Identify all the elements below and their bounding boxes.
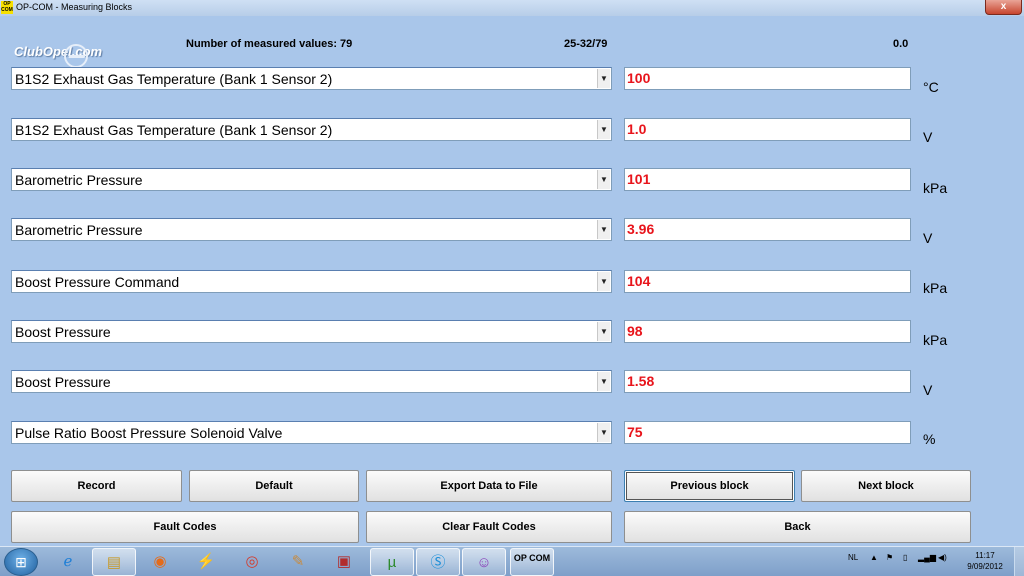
- measure-select-5[interactable]: Boost Pressure Command ▼: [11, 270, 612, 293]
- usb-device-icon[interactable]: ▯: [903, 553, 907, 562]
- measure-unit-7: V: [923, 382, 933, 398]
- measure-unit-8: %: [923, 431, 936, 447]
- measure-value-7: 1.58: [624, 370, 911, 393]
- measure-value-5: 104: [624, 270, 911, 293]
- measure-select-label: B1S2 Exhaust Gas Temperature (Bank 1 Sen…: [15, 71, 333, 87]
- paint-icon[interactable]: ✎: [276, 548, 320, 576]
- measured-values-count: Number of measured values: 79: [186, 38, 353, 50]
- dropdown-arrow-icon[interactable]: ▼: [597, 272, 610, 291]
- measure-value-text: 1.58: [627, 373, 655, 389]
- measuring-blocks-panel: ClubOpel.com Number of measured values: …: [0, 16, 1024, 546]
- measure-value-text: 1.0: [627, 121, 647, 137]
- opcom-taskbar-button[interactable]: OP COM: [510, 548, 554, 576]
- start-button[interactable]: ⊞: [4, 548, 38, 576]
- clock-date: 9/09/2012: [967, 562, 1003, 571]
- internet-explorer-icon[interactable]: ℯ: [46, 548, 90, 576]
- measure-select-8[interactable]: Pulse Ratio Boost Pressure Solenoid Valv…: [11, 421, 612, 444]
- dropdown-arrow-icon[interactable]: ▼: [597, 322, 610, 341]
- measure-value-text: 75: [627, 424, 643, 440]
- measure-unit-6: kPa: [923, 332, 948, 348]
- clear-fault-codes-button[interactable]: Clear Fault Codes: [366, 511, 612, 543]
- opcom-app-icon: OP COM: [1, 1, 13, 14]
- measure-value-6: 98: [624, 320, 911, 343]
- measure-value-text: 98: [627, 323, 643, 339]
- measure-select-label: Barometric Pressure: [15, 172, 143, 188]
- clock-time: 11:17: [975, 551, 995, 560]
- measure-value-text: 101: [627, 171, 651, 187]
- signal-strength-icon[interactable]: ▂▄▆: [918, 553, 936, 562]
- record-button[interactable]: Record: [11, 470, 182, 502]
- dropdown-arrow-icon[interactable]: ▼: [597, 170, 610, 189]
- measure-select-label: B1S2 Exhaust Gas Temperature (Bank 1 Sen…: [15, 122, 333, 138]
- tray-expand-icon[interactable]: ▲: [870, 553, 878, 562]
- measure-select-7[interactable]: Boost Pressure ▼: [11, 370, 612, 393]
- windows-taskbar: ⊞ ℯ ▤ ◉ ⚡ ◎ ✎ ▣ µ Ⓢ ☺ OP COM NL ▲ ⚑ ▯ ▂▄…: [0, 546, 1024, 576]
- measure-select-label: Boost Pressure Command: [15, 274, 180, 290]
- chrome-icon[interactable]: ◎: [230, 548, 274, 576]
- measure-value-text: 104: [627, 273, 651, 289]
- measure-select-label: Boost Pressure: [15, 324, 111, 340]
- measure-value-1: 100: [624, 67, 911, 90]
- measure-select-label: Boost Pressure: [15, 374, 111, 390]
- app-shortcut-icon[interactable]: ⚡: [184, 548, 228, 576]
- measure-select-3[interactable]: Barometric Pressure ▼: [11, 168, 612, 191]
- language-indicator[interactable]: NL: [848, 553, 858, 562]
- media-app-icon[interactable]: ▣: [322, 548, 366, 576]
- firefox-icon[interactable]: ◉: [138, 548, 182, 576]
- measure-unit-4: V: [923, 230, 933, 246]
- dropdown-arrow-icon[interactable]: ▼: [597, 372, 610, 391]
- measure-select-1[interactable]: B1S2 Exhaust Gas Temperature (Bank 1 Sen…: [11, 67, 612, 90]
- measure-unit-5: kPa: [923, 280, 948, 296]
- measure-value-3: 101: [624, 168, 911, 191]
- dropdown-arrow-icon[interactable]: ▼: [597, 423, 610, 442]
- skype-icon[interactable]: Ⓢ: [416, 548, 460, 576]
- file-explorer-icon[interactable]: ▤: [92, 548, 136, 576]
- opel-logo-icon: [64, 44, 88, 68]
- close-button[interactable]: x: [985, 0, 1022, 15]
- default-button[interactable]: Default: [189, 470, 359, 502]
- messenger-icon[interactable]: ☺: [462, 548, 506, 576]
- dropdown-arrow-icon[interactable]: ▼: [597, 220, 610, 239]
- clubopel-logo: ClubOpel.com: [14, 44, 103, 68]
- next-block-button[interactable]: Next block: [801, 470, 971, 502]
- measure-unit-3: kPa: [923, 180, 948, 196]
- measure-unit-2: V: [923, 129, 933, 145]
- logo-text: ClubOpel.com: [14, 44, 103, 59]
- measure-select-label: Pulse Ratio Boost Pressure Solenoid Valv…: [15, 425, 283, 441]
- measure-select-2[interactable]: B1S2 Exhaust Gas Temperature (Bank 1 Sen…: [11, 118, 612, 141]
- action-center-flag-icon[interactable]: ⚑: [886, 553, 893, 562]
- measure-value-4: 3.96: [624, 218, 911, 241]
- utorrent-icon[interactable]: µ: [370, 548, 414, 576]
- measure-unit-1: °C: [923, 79, 939, 95]
- measure-value-2: 1.0: [624, 118, 911, 141]
- measure-value-text: 3.96: [627, 221, 655, 237]
- measure-select-6[interactable]: Boost Pressure ▼: [11, 320, 612, 343]
- dropdown-arrow-icon[interactable]: ▼: [597, 120, 610, 139]
- fault-codes-button[interactable]: Fault Codes: [11, 511, 359, 543]
- measure-value-text: 100: [627, 70, 651, 86]
- show-desktop-button[interactable]: [1014, 547, 1024, 576]
- measure-select-label: Barometric Pressure: [15, 222, 143, 238]
- time-readout: 0.0: [893, 38, 909, 50]
- measure-value-8: 75: [624, 421, 911, 444]
- block-range: 25-32/79: [564, 38, 608, 50]
- export-data-button[interactable]: Export Data to File: [366, 470, 612, 502]
- window-titlebar: OP COM OP-COM - Measuring Blocks x: [0, 0, 1024, 16]
- system-clock[interactable]: 11:17 9/09/2012: [960, 550, 1010, 572]
- back-button[interactable]: Back: [624, 511, 971, 543]
- window-title: OP-COM - Measuring Blocks: [16, 2, 133, 12]
- previous-block-button[interactable]: Previous block: [624, 470, 795, 502]
- dropdown-arrow-icon[interactable]: ▼: [597, 69, 610, 88]
- volume-icon[interactable]: ◀): [938, 553, 947, 562]
- measure-select-4[interactable]: Barometric Pressure ▼: [11, 218, 612, 241]
